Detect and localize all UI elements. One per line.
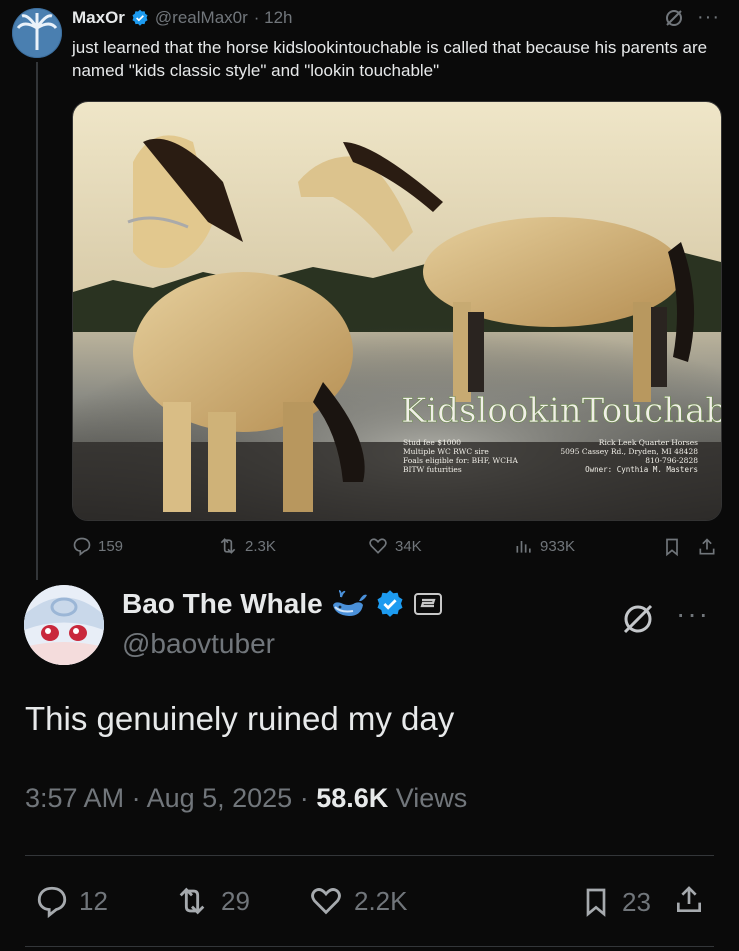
quoted-reply-button[interactable]: 159 [72,536,123,556]
reply-count: 12 [79,885,108,916]
like-icon [311,888,341,915]
bookmark-icon [666,538,678,557]
quoted-action-bar: 159 2.3K 34K 933K [72,536,722,562]
quoted-views-button[interactable]: 933K [514,536,575,556]
verified-badge-icon [377,590,403,617]
author-avatar[interactable] [24,585,104,665]
left-line-1: Stud fee $1000 [403,438,461,447]
subscriber-badge-icon [413,593,442,615]
palm-tree-avatar-icon [12,8,62,58]
repost-icon [220,538,236,554]
quoted-avatar[interactable] [12,8,62,58]
views-label: Views [388,783,468,813]
reply-button[interactable]: 12 [35,884,108,918]
left-line-4: BITW futurities [403,465,462,474]
left-line-3: Foals eligible for: BHF, WCHA [403,456,519,465]
quoted-header: MaxOr @realMax0r · 12h [72,8,293,28]
repost-button[interactable]: 29 [173,884,250,918]
whale-emoji-icon [332,590,367,616]
bookmark-icon [586,888,606,917]
post-timestamp[interactable]: 3:57 AM · Aug 5, 2025 · [25,783,316,813]
anime-avatar-icon [24,585,104,665]
grok-icon[interactable] [664,8,684,34]
quoted-like-count: 34K [395,537,422,555]
brand-title-text: KidslookinTouchable [401,391,721,431]
more-icon[interactable]: ··· [676,598,710,630]
bottom-divider [25,946,714,947]
right-line-2: 5095 Cassey Rd., Dryden, MI 48428 [560,447,698,456]
horse-advertisement-image[interactable]: KidslookinTouchable Stud fee $1000 Multi… [72,101,722,521]
share-button[interactable] [673,882,705,918]
post-action-bar: 12 29 2.2K 23 [25,880,715,930]
views-count: 58.6K [316,783,389,813]
author-display-name[interactable]: Bao The Whale [122,588,323,620]
repost-icon [179,887,205,915]
share-icon [677,886,701,912]
views-icon [516,541,531,553]
quoted-share-button[interactable] [697,536,717,558]
right-line-1: Rick Leek Quarter Horses [599,438,698,447]
quoted-display-name[interactable]: MaxOr [72,8,125,28]
quoted-repost-count: 2.3K [245,537,276,555]
like-button[interactable]: 2.2K [308,884,408,918]
left-line-2: Multiple WC RWC sire [403,447,489,456]
quoted-tweet-text: just learned that the horse kidslookinto… [72,38,708,80]
quoted-bookmark-button[interactable] [662,536,682,558]
author-handle[interactable]: @baovtuber [122,628,275,660]
right-line-4: Owner: Cynthia M. Masters [585,465,698,474]
reply-icon [73,537,91,556]
quoted-timestamp[interactable]: · 12h [254,8,293,28]
like-count: 2.2K [354,885,408,916]
quoted-views-count: 933K [540,537,576,555]
repost-count: 29 [221,885,250,916]
like-icon [369,538,387,554]
quoted-like-button[interactable]: 34K [367,536,422,556]
bookmark-button[interactable]: 23 [580,884,651,920]
share-icon [699,538,715,555]
reply-icon [37,886,67,918]
divider [25,855,714,856]
quoted-reply-count: 159 [98,537,124,555]
thread-line [36,62,38,580]
post-text: This genuinely ruined my day [25,700,455,737]
quoted-handle[interactable]: @realMax0r [155,8,248,28]
bookmark-count: 23 [622,886,651,917]
right-line-3: 810-796-2828 [645,456,698,465]
post-meta: 3:57 AM · Aug 5, 2025 · 58.6K Views [25,783,467,814]
grok-icon[interactable] [620,601,656,637]
verified-badge-icon [132,9,148,26]
quoted-repost-button[interactable]: 2.3K [217,536,276,556]
more-icon[interactable]: ··· [697,6,720,29]
author-name-row: Bao The Whale [122,588,443,620]
